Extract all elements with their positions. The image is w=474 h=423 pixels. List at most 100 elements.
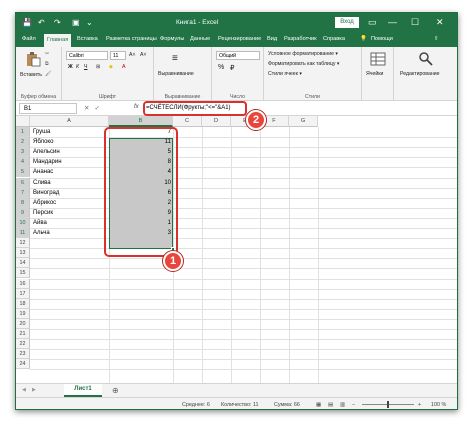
cell-a[interactable]: Мандарин bbox=[33, 157, 108, 167]
decrease-font-icon[interactable]: A˅ bbox=[140, 52, 147, 58]
view-page-break-icon[interactable]: ▥ bbox=[340, 402, 345, 408]
row-header-11[interactable]: 11 bbox=[16, 228, 30, 239]
zoom-level[interactable]: 100 % bbox=[431, 402, 446, 408]
paste-icon[interactable] bbox=[25, 51, 41, 67]
column-header-d[interactable]: D bbox=[202, 116, 231, 127]
font-size-select[interactable]: 11 bbox=[110, 51, 126, 60]
view-normal-icon[interactable]: ▦ bbox=[316, 402, 321, 408]
cell-a[interactable]: Слива bbox=[33, 178, 108, 188]
alignment-button[interactable]: Выравнивание bbox=[158, 71, 194, 77]
row-header-14[interactable]: 14 bbox=[16, 258, 30, 269]
row-header-22[interactable]: 22 bbox=[16, 339, 30, 350]
signin-button[interactable]: Вход bbox=[335, 17, 359, 28]
ribbon-display-icon[interactable]: ▭ bbox=[368, 17, 377, 27]
percent-button[interactable]: % bbox=[218, 64, 224, 71]
tab-developer[interactable]: Разработчик bbox=[284, 36, 317, 42]
cell-a[interactable]: Альча bbox=[33, 228, 108, 238]
row-header-16[interactable]: 16 bbox=[16, 278, 30, 289]
row-header-13[interactable]: 13 bbox=[16, 248, 30, 259]
cell-a[interactable]: Виноград bbox=[33, 188, 108, 198]
cell-a[interactable]: Яблоко bbox=[33, 137, 108, 147]
row-header-5[interactable]: 5 bbox=[16, 167, 30, 178]
camera-icon[interactable]: ▣ bbox=[72, 19, 80, 27]
column-header-a[interactable]: A bbox=[30, 116, 109, 127]
column-header-g[interactable]: G bbox=[289, 116, 318, 127]
tab-review[interactable]: Рецензирование bbox=[218, 36, 261, 42]
paste-button[interactable]: Вставить bbox=[20, 72, 42, 78]
name-box[interactable]: B1 bbox=[19, 103, 77, 114]
conditional-formatting-button[interactable]: Условное форматирование ▾ bbox=[268, 51, 338, 57]
enter-icon[interactable]: ✓ bbox=[94, 105, 104, 112]
row-header-6[interactable]: 6 bbox=[16, 177, 30, 188]
format-painter-icon[interactable]: 🖌 bbox=[45, 71, 52, 77]
format-as-table-button[interactable]: Форматировать как таблицу ▾ bbox=[268, 61, 340, 67]
number-format-select[interactable]: Общий bbox=[216, 51, 260, 60]
tab-page-layout[interactable]: Разметка страницы bbox=[106, 36, 157, 42]
insert-function-button[interactable]: fx bbox=[134, 104, 139, 110]
number-icon[interactable]: ₽ bbox=[230, 64, 234, 72]
row-header-9[interactable]: 9 bbox=[16, 207, 30, 218]
row-header-2[interactable]: 2 bbox=[16, 137, 30, 148]
bold-button[interactable]: Ж bbox=[68, 64, 73, 70]
cell-a[interactable]: Груша bbox=[33, 127, 108, 137]
row-header-4[interactable]: 4 bbox=[16, 157, 30, 168]
row-header-12[interactable]: 12 bbox=[16, 238, 30, 249]
row-header-21[interactable]: 21 bbox=[16, 329, 30, 340]
tell-me-search[interactable]: Помощи bbox=[371, 36, 393, 42]
view-page-layout-icon[interactable]: ▤ bbox=[328, 402, 333, 408]
tab-home[interactable]: Главная bbox=[44, 34, 72, 47]
borders-icon[interactable]: ⊞ bbox=[96, 64, 100, 70]
editing-button[interactable]: Редактирование bbox=[400, 71, 440, 77]
redo-icon[interactable]: ↷ bbox=[54, 19, 61, 27]
increase-font-icon[interactable]: A˄ bbox=[129, 52, 136, 58]
sheet-nav-next-icon[interactable]: ▶ bbox=[32, 387, 36, 393]
align-icon[interactable]: ≡ bbox=[172, 53, 178, 64]
minimize-icon[interactable]: — bbox=[388, 17, 397, 27]
sheet-tab[interactable]: Лист1 bbox=[64, 384, 102, 397]
close-icon[interactable]: ✕ bbox=[436, 17, 444, 27]
spreadsheet-grid[interactable]: A B C D E F G 1 2 3 4 5 6 7 8 9 10 11 12 13 14 15 16 17 18 19 20 21… bbox=[16, 116, 457, 383]
zoom-in-icon[interactable]: + bbox=[418, 402, 421, 408]
tab-help[interactable]: Справка bbox=[323, 36, 345, 42]
select-all-corner[interactable] bbox=[16, 116, 30, 127]
cell-a[interactable]: Ананас bbox=[33, 167, 108, 177]
column-header-b[interactable]: B bbox=[109, 116, 173, 127]
cell-a[interactable]: Айва bbox=[33, 218, 108, 228]
cancel-icon[interactable]: ✕ bbox=[84, 105, 94, 112]
row-header-8[interactable]: 8 bbox=[16, 197, 30, 208]
tab-view[interactable]: Вид bbox=[267, 36, 277, 42]
row-header-3[interactable]: 3 bbox=[16, 147, 30, 158]
tab-data[interactable]: Данные bbox=[190, 36, 210, 42]
zoom-out-icon[interactable]: − bbox=[352, 402, 355, 408]
cells-icon[interactable] bbox=[370, 51, 386, 67]
row-header-24[interactable]: 24 bbox=[16, 359, 30, 370]
fill-color-icon[interactable]: ◆ bbox=[109, 64, 113, 70]
tab-insert[interactable]: Вставка bbox=[77, 36, 98, 42]
row-header-17[interactable]: 17 bbox=[16, 288, 30, 299]
column-header-c[interactable]: C bbox=[173, 116, 202, 127]
save-icon[interactable]: 💾 bbox=[22, 19, 32, 27]
cell-styles-button[interactable]: Стили ячеек ▾ bbox=[268, 71, 302, 77]
maximize-icon[interactable]: ☐ bbox=[411, 17, 419, 27]
add-sheet-button[interactable]: ⊕ bbox=[112, 386, 119, 395]
cell-a[interactable]: Персик bbox=[33, 208, 108, 218]
cut-icon[interactable]: ✂ bbox=[45, 51, 49, 57]
row-header-20[interactable]: 20 bbox=[16, 318, 30, 329]
cell-a[interactable]: Апельсин bbox=[33, 147, 108, 157]
row-header-7[interactable]: 7 bbox=[16, 187, 30, 198]
row-header-10[interactable]: 10 bbox=[16, 217, 30, 228]
cells-button[interactable]: Ячейки bbox=[366, 71, 383, 77]
font-color-icon[interactable]: A bbox=[122, 64, 125, 70]
row-header-19[interactable]: 19 bbox=[16, 308, 30, 319]
tab-file[interactable]: Файл bbox=[22, 36, 36, 42]
tab-formulas[interactable]: Формулы bbox=[160, 36, 184, 42]
font-name-select[interactable]: Calibri bbox=[66, 51, 108, 60]
underline-button[interactable]: Ч bbox=[84, 64, 87, 70]
undo-icon[interactable]: ↶ bbox=[38, 19, 45, 27]
sheet-nav-prev-icon[interactable]: ◀ bbox=[22, 387, 26, 393]
share-icon[interactable]: ⇧ bbox=[434, 36, 439, 42]
copy-icon[interactable]: ⧉ bbox=[45, 61, 49, 68]
cell-a[interactable]: Абрикос bbox=[33, 198, 108, 208]
row-header-18[interactable]: 18 bbox=[16, 298, 30, 309]
zoom-slider-thumb[interactable] bbox=[387, 401, 389, 408]
